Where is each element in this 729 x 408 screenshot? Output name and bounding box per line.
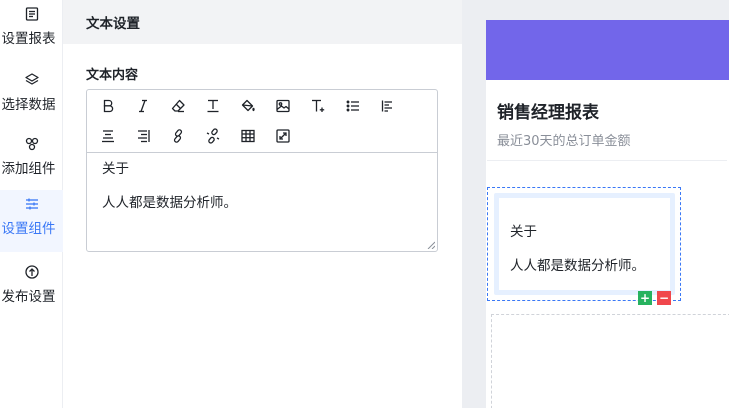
components-icon bbox=[25, 137, 38, 151]
align-left-button[interactable] bbox=[377, 95, 399, 117]
rich-text-editor: 关于 人人都是数据分析师。 bbox=[86, 89, 438, 252]
panel-title: 文本设置 bbox=[63, 0, 462, 44]
fill-color-button[interactable] bbox=[237, 95, 259, 117]
italic-button[interactable] bbox=[132, 95, 154, 117]
insert-link-button[interactable] bbox=[167, 125, 189, 147]
italic-icon bbox=[139, 99, 147, 113]
link-icon bbox=[173, 129, 183, 143]
sidebar-item-label: 选择数据 bbox=[1, 97, 56, 113]
report-subtitle: 最近30天的总订单金额 bbox=[497, 134, 631, 149]
unlink-icon bbox=[206, 128, 220, 144]
fill-color-icon bbox=[241, 99, 255, 112]
align-center-button[interactable] bbox=[97, 125, 119, 147]
settings-panel: 文本设置 文本内容 关于 人人都是数据分析师。 bbox=[63, 0, 462, 408]
align-right-button[interactable] bbox=[132, 125, 154, 147]
resize-grip-icon[interactable] bbox=[427, 241, 435, 249]
bold-button[interactable] bbox=[97, 95, 119, 117]
font-size-button[interactable] bbox=[307, 95, 329, 117]
sidebar-item-component-settings[interactable]: 设置组件 bbox=[0, 190, 63, 252]
card-line: 关于 bbox=[510, 224, 537, 240]
align-center-icon bbox=[102, 130, 114, 143]
sidebar-item-label: 设置组件 bbox=[1, 221, 56, 237]
field-label: 文本内容 bbox=[86, 68, 139, 83]
report-banner bbox=[486, 20, 729, 80]
font-size-icon bbox=[312, 99, 325, 112]
remove-component-button[interactable]: − bbox=[657, 291, 671, 305]
divider bbox=[487, 160, 727, 161]
bullet-list-icon bbox=[346, 100, 359, 112]
publish-icon bbox=[24, 265, 39, 279]
text-style-icon bbox=[207, 99, 219, 113]
bold-icon bbox=[103, 99, 114, 113]
insert-table-button[interactable] bbox=[237, 125, 259, 147]
align-left-icon bbox=[381, 100, 392, 112]
sidebar-item-publish-settings[interactable]: 发布设置 bbox=[0, 258, 63, 320]
report-settings-icon bbox=[25, 7, 38, 21]
clear-format-button[interactable] bbox=[167, 95, 189, 117]
sliders-icon bbox=[25, 198, 38, 210]
fullscreen-icon bbox=[276, 129, 290, 143]
layers-icon bbox=[24, 73, 39, 85]
text-component[interactable]: 关于 人人都是数据分析师。 bbox=[494, 193, 675, 295]
editor-toolbar bbox=[87, 90, 437, 153]
sidebar-item-report-settings[interactable]: 设置报表 bbox=[0, 0, 63, 62]
empty-component-slot[interactable] bbox=[491, 314, 729, 408]
sidebar-item-label: 发布设置 bbox=[1, 289, 56, 305]
left-rail: 设置报表 选择数据 添加组件 设置组件 发布设置 bbox=[0, 0, 63, 408]
fullscreen-button[interactable] bbox=[272, 125, 294, 147]
report-title: 销售经理报表 bbox=[497, 103, 599, 123]
add-component-button[interactable]: + bbox=[638, 291, 652, 305]
insert-image-button[interactable] bbox=[272, 95, 294, 117]
card-line: 人人都是数据分析师。 bbox=[510, 258, 645, 274]
eraser-icon bbox=[171, 99, 185, 113]
text-style-button[interactable] bbox=[202, 95, 224, 117]
content-line: 关于 bbox=[102, 161, 129, 177]
content-line: 人人都是数据分析师。 bbox=[102, 195, 237, 211]
editor-content[interactable]: 关于 人人都是数据分析师。 bbox=[87, 153, 437, 237]
sidebar-item-select-data[interactable]: 选择数据 bbox=[0, 66, 63, 128]
align-right-icon bbox=[138, 130, 150, 143]
bullet-list-button[interactable] bbox=[342, 95, 364, 117]
report-preview: 销售经理报表 最近30天的总订单金额 关于 人人都是数据分析师。 + − bbox=[462, 0, 729, 408]
table-icon bbox=[241, 129, 255, 143]
sidebar-item-label: 添加组件 bbox=[1, 161, 56, 177]
remove-link-button[interactable] bbox=[202, 125, 224, 147]
image-icon bbox=[276, 99, 290, 113]
sidebar-item-add-component[interactable]: 添加组件 bbox=[0, 130, 63, 192]
sidebar-item-label: 设置报表 bbox=[1, 31, 56, 47]
